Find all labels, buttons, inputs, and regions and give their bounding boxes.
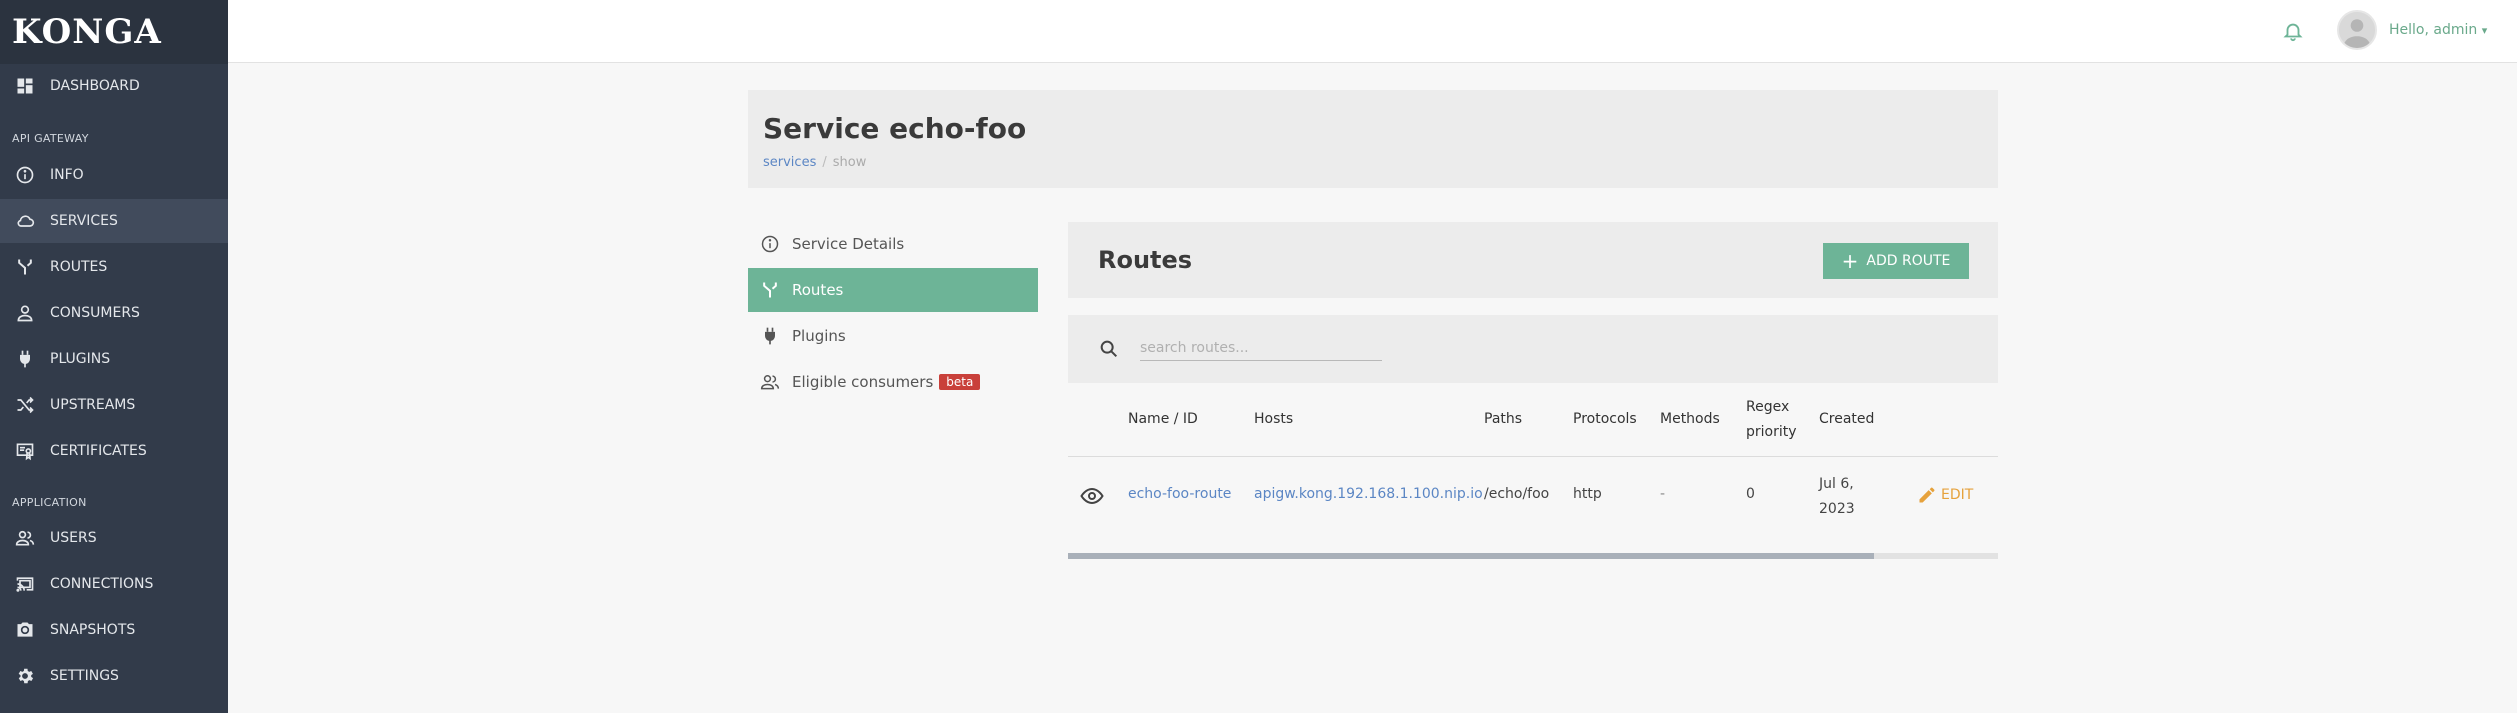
user-greeting: Hello, admin: [2389, 22, 2478, 38]
sidebar-label: CONSUMERS: [50, 305, 140, 321]
route-methods: -: [1660, 486, 1666, 502]
edit-route-button[interactable]: EDIT: [1917, 485, 1973, 505]
search-input[interactable]: [1140, 335, 1382, 361]
plug-icon: [748, 326, 792, 346]
created-line: 2023: [1819, 501, 1855, 517]
sidebar-label: DASHBOARD: [50, 78, 140, 94]
sidebar-item-users[interactable]: USERS: [0, 516, 228, 560]
sidebar-label: CERTIFICATES: [50, 443, 147, 459]
section-application: APPLICATION: [12, 496, 87, 509]
topbar: [228, 0, 2517, 63]
created-line: Jul 6,: [1819, 476, 1854, 492]
edit-label: EDIT: [1941, 487, 1974, 503]
sidebar: KONGA DASHBOARD API GATEWAY INFO SERVICE…: [0, 0, 228, 713]
breadcrumb-services-link[interactable]: services: [763, 155, 816, 170]
routes-fork-icon: [0, 257, 50, 277]
notification-bell-icon[interactable]: [2282, 20, 2304, 42]
plus-icon: +: [1841, 249, 1859, 273]
brand-text: KONGA: [12, 12, 162, 52]
chevron-down-icon: ▾: [2481, 24, 2488, 37]
users-icon: [748, 372, 792, 392]
route-paths: /echo/foo: [1484, 486, 1550, 502]
service-menu-eligible-consumers[interactable]: Eligible consumers beta: [748, 360, 1038, 404]
brand-logo[interactable]: KONGA: [0, 0, 228, 64]
sidebar-item-plugins[interactable]: PLUGINS: [0, 337, 228, 381]
header-line: priority: [1746, 424, 1797, 440]
sidebar-item-info[interactable]: INFO: [0, 153, 228, 197]
column-header-created: Created: [1819, 411, 1875, 427]
table-divider: [1068, 456, 1998, 457]
user-menu[interactable]: Hello, admin ▾: [2389, 22, 2487, 38]
person-icon: [0, 303, 50, 323]
service-menu-details[interactable]: Service Details: [748, 222, 1038, 266]
service-menu-label: Routes: [792, 281, 844, 299]
breadcrumb-current: show: [832, 155, 867, 170]
sidebar-label: CONNECTIONS: [50, 576, 154, 592]
column-header-name: Name / ID: [1128, 411, 1198, 427]
route-host-link[interactable]: apigw.kong.192.168.1.100.nip.io: [1254, 486, 1483, 502]
add-route-label: ADD ROUTE: [1866, 253, 1951, 269]
service-menu-routes[interactable]: Routes: [748, 268, 1038, 312]
cloud-icon: [0, 211, 50, 231]
route-created: Jul 6, 2023: [1819, 472, 1855, 522]
certificate-icon: [0, 441, 50, 461]
sidebar-item-consumers[interactable]: CONSUMERS: [0, 291, 228, 335]
sidebar-label: SNAPSHOTS: [50, 622, 136, 638]
column-header-methods: Methods: [1660, 411, 1720, 427]
column-header-protocols: Protocols: [1573, 411, 1637, 427]
service-menu-label: Plugins: [792, 327, 846, 345]
sidebar-label: USERS: [50, 530, 97, 546]
sidebar-item-connections[interactable]: CONNECTIONS: [0, 562, 228, 606]
breadcrumb-separator: /: [822, 155, 827, 170]
page-title: Service echo-foo: [763, 112, 1027, 145]
plug-icon: [0, 349, 50, 369]
service-menu-label: Eligible consumers: [792, 373, 934, 391]
route-protocols: http: [1573, 486, 1602, 502]
service-header: Service echo-foo services / show: [748, 90, 1998, 188]
column-header-hosts: Hosts: [1254, 411, 1294, 427]
sidebar-label: INFO: [50, 167, 84, 183]
routes-search-bar: [1068, 315, 1998, 383]
route-regex-priority: 0: [1746, 486, 1755, 502]
routes-panel-header: Routes + ADD ROUTE: [1068, 222, 1998, 298]
sidebar-item-settings[interactable]: SETTINGS: [0, 654, 228, 698]
add-route-button[interactable]: + ADD ROUTE: [1823, 243, 1969, 279]
gear-icon: [0, 666, 50, 686]
users-icon: [0, 528, 50, 548]
service-menu-plugins[interactable]: Plugins: [748, 314, 1038, 358]
cast-icon: [0, 574, 50, 594]
dashboard-icon: [0, 76, 50, 96]
sidebar-item-routes[interactable]: ROUTES: [0, 245, 228, 289]
header-line: Regex: [1746, 399, 1790, 415]
routes-fork-icon: [748, 280, 792, 300]
column-header-paths: Paths: [1484, 411, 1523, 427]
sidebar-item-certificates[interactable]: CERTIFICATES: [0, 429, 228, 473]
route-name-link[interactable]: echo-foo-route: [1128, 486, 1231, 502]
horizontal-scrollbar-thumb[interactable]: [1068, 553, 1874, 559]
avatar[interactable]: [2337, 10, 2377, 50]
sidebar-label: UPSTREAMS: [50, 397, 136, 413]
sidebar-label: SETTINGS: [50, 668, 119, 684]
section-api-gateway: API GATEWAY: [12, 132, 89, 145]
sidebar-label: PLUGINS: [50, 351, 111, 367]
service-menu-label: Service Details: [792, 235, 905, 253]
search-icon: [1100, 340, 1118, 358]
eye-icon[interactable]: [1080, 484, 1104, 508]
routes-title: Routes: [1098, 246, 1193, 274]
sidebar-item-services[interactable]: SERVICES: [0, 199, 228, 243]
info-icon: [748, 234, 792, 254]
beta-badge: beta: [939, 374, 981, 390]
column-header-regex-priority: Regex priority: [1746, 395, 1797, 445]
shuffle-icon: [0, 395, 50, 415]
camera-icon: [0, 620, 50, 640]
sidebar-label: SERVICES: [50, 213, 118, 229]
info-icon: [0, 165, 50, 185]
breadcrumb: services / show: [763, 155, 866, 170]
pencil-icon: [1919, 487, 1935, 503]
sidebar-item-snapshots[interactable]: SNAPSHOTS: [0, 608, 228, 652]
sidebar-item-upstreams[interactable]: UPSTREAMS: [0, 383, 228, 427]
sidebar-item-dashboard[interactable]: DASHBOARD: [0, 64, 228, 108]
sidebar-label: ROUTES: [50, 259, 108, 275]
